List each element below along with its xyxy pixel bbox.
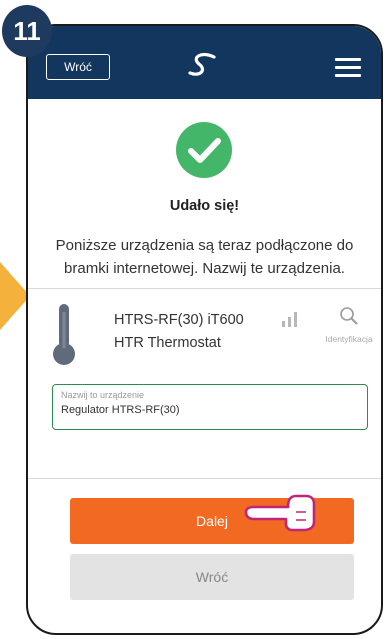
top-bar: Wróć bbox=[28, 26, 381, 99]
device-name-field[interactable]: Nazwij to urządzenie bbox=[52, 384, 368, 430]
success-description: Poniższe urządzenia są teraz podłączone … bbox=[55, 237, 354, 277]
hamburger-icon[interactable] bbox=[335, 58, 361, 82]
identify-label: Identyfikacja bbox=[325, 334, 373, 344]
identify-button[interactable]: Identyfikacja bbox=[325, 306, 373, 345]
back-button[interactable]: Wróć bbox=[70, 554, 354, 600]
device-name-input[interactable] bbox=[61, 404, 351, 416]
thermometer-icon bbox=[50, 302, 78, 373]
divider bbox=[28, 288, 381, 289]
device-model: HTRS-RF(30) iT600 bbox=[114, 312, 244, 328]
success-title: Udało się! bbox=[169, 198, 240, 214]
check-icon bbox=[176, 122, 232, 178]
divider bbox=[28, 478, 381, 479]
signal-bars-icon bbox=[281, 311, 301, 332]
device-name-label: Nazwij to urządzenie bbox=[61, 390, 145, 400]
salus-logo-icon bbox=[188, 52, 220, 83]
pointing-hand-icon bbox=[244, 490, 334, 537]
magnifier-icon bbox=[340, 307, 358, 325]
device-type: HTR Thermostat bbox=[114, 335, 221, 351]
header-back-button[interactable]: Wróć bbox=[46, 54, 110, 80]
phone-frame: Wróć Udało się! Poniższe urządzenia są t… bbox=[26, 24, 383, 635]
step-badge: 11 bbox=[2, 5, 52, 57]
